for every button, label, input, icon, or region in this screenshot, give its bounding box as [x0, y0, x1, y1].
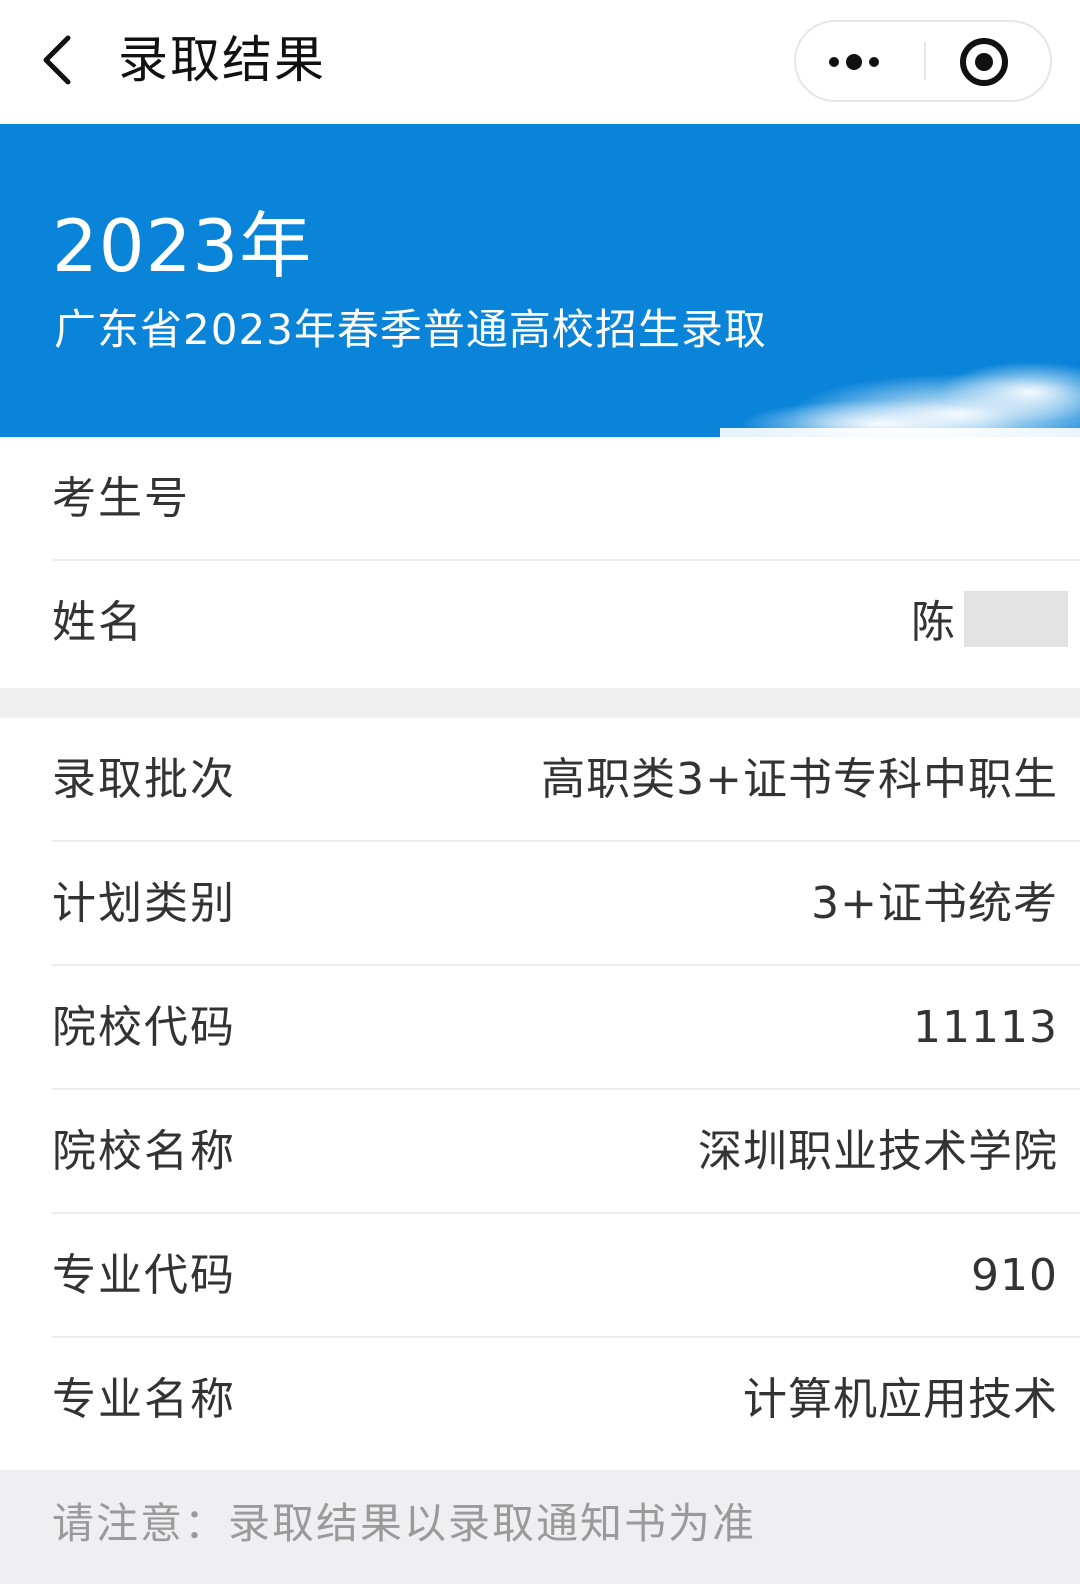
row-value: 计算机应用技术 [743, 1374, 1058, 1425]
info-row-exam-number: 考生号 [0, 437, 1080, 561]
info-row-school-code: 院校代码 11113 [0, 966, 1080, 1090]
row-label: 专业代码 [52, 1250, 236, 1301]
target-close-icon [960, 38, 1008, 86]
notice-text: 请注意：录取结果以录取通知书为准 [52, 1499, 757, 1548]
row-label: 计划类别 [52, 878, 236, 929]
info-row-major-name: 专业名称 计算机应用技术 [0, 1338, 1080, 1462]
info-row-plan-type: 计划类别 3+证书统考 [0, 842, 1080, 966]
row-label: 录取批次 [52, 754, 236, 805]
top-navbar: 录取结果 [0, 0, 1080, 124]
banner-subtitle: 广东省2023年春季普通高校招生录取 [54, 305, 767, 354]
row-value: 910 [971, 1250, 1058, 1301]
row-value: 高职类3+证书专科中职生 [541, 754, 1058, 805]
basic-info-section: 考生号 姓名 陈 [0, 437, 1080, 685]
page-title: 录取结果 [118, 31, 326, 89]
row-label: 院校名称 [52, 1126, 236, 1177]
close-button[interactable] [926, 22, 1050, 100]
info-row-major-code: 专业代码 910 [0, 1214, 1080, 1338]
chevron-left-icon [43, 35, 71, 85]
more-button[interactable] [796, 22, 924, 100]
row-value: 陈 [911, 597, 956, 648]
row-value: 深圳职业技术学院 [698, 1126, 1058, 1177]
mini-program-capsule [794, 20, 1052, 102]
row-label: 考生号 [52, 473, 190, 524]
info-row-school-name: 院校名称 深圳职业技术学院 [0, 1090, 1080, 1214]
row-value: 3+证书统考 [811, 878, 1058, 929]
info-row-name: 姓名 陈 [0, 561, 1080, 685]
admission-result-page: 录取结果 2023年 广东省2023年春季普通高校招生录取 考生号 姓名 陈 录… [0, 0, 1080, 1584]
section-gap [0, 688, 1080, 718]
row-label: 院校代码 [52, 1002, 236, 1053]
more-dots-icon [829, 54, 879, 70]
admission-info-section: 录取批次 高职类3+证书专科中职生 计划类别 3+证书统考 院校代码 11113… [0, 718, 1080, 1462]
row-label: 专业名称 [52, 1374, 236, 1425]
row-value: 11113 [913, 1002, 1058, 1053]
banner-year: 2023年 [52, 204, 313, 288]
year-banner: 2023年 广东省2023年春季普通高校招生录取 [0, 124, 1080, 437]
footer-notice: 请注意：录取结果以录取通知书为准 [0, 1470, 1080, 1584]
back-button[interactable] [30, 24, 90, 96]
info-row-batch: 录取批次 高职类3+证书专科中职生 [0, 718, 1080, 842]
row-label: 姓名 [52, 597, 144, 648]
redaction-block [964, 591, 1068, 647]
